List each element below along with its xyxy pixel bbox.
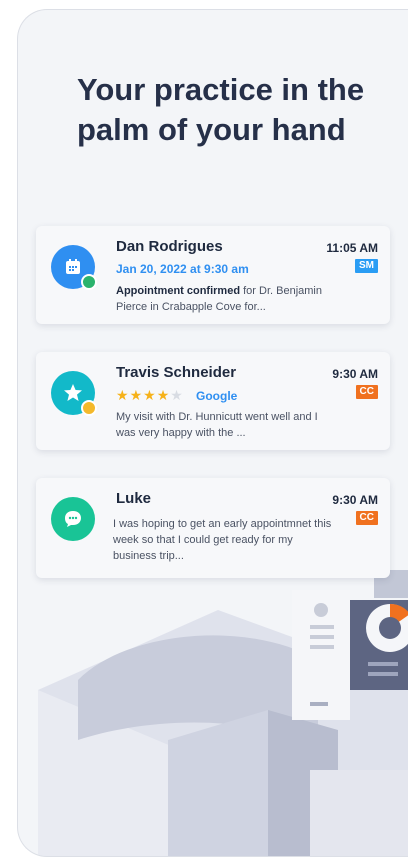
message-bold: Appointment confirmed — [116, 285, 241, 297]
page-title: Your practice in the palm of your hand — [77, 72, 365, 147]
channel-badge: CC — [355, 385, 378, 399]
contact-name: Dan Rodrigues — [116, 238, 223, 255]
message-preview: My visit with Dr. Hunnicutt went well an… — [116, 411, 318, 439]
status-pending-indicator — [81, 400, 97, 416]
phone-frame: Your practice in the palm of your hand D… — [17, 9, 408, 857]
avatar — [51, 371, 97, 416]
rating-stars: ★★★★★ — [116, 387, 184, 404]
avatar — [51, 245, 97, 290]
calendar-icon — [66, 259, 80, 274]
star-filled-icon: ★ — [143, 387, 157, 403]
message-time: 9:30 AM — [332, 493, 378, 507]
decorative-illustration — [38, 570, 408, 856]
channel-badge: SM — [355, 259, 378, 273]
conversation-card-luke[interactable]: Luke 9:30 AM CC I was hoping to get an e… — [36, 478, 390, 578]
status-online-indicator — [81, 274, 97, 290]
star-filled-icon: ★ — [116, 387, 130, 403]
message-preview: I was hoping to get an early appointmnet… — [113, 518, 332, 562]
contact-name: Travis Schneider — [116, 364, 237, 381]
chat-bubble-icon — [65, 511, 81, 527]
avatar — [51, 497, 95, 541]
message-time: 11:05 AM — [326, 241, 378, 255]
star-filled-icon: ★ — [156, 387, 171, 403]
conversation-card-dan-rodrigues[interactable]: Dan Rodrigues 11:05 AM SM Jan 20, 2022 a… — [36, 226, 390, 324]
star-icon — [64, 384, 82, 401]
message-time: 9:30 AM — [332, 367, 378, 381]
conversation-card-travis-schneider[interactable]: Travis Schneider 9:30 AM CC ★★★★★ Google… — [36, 352, 390, 450]
appointment-date: Jan 20, 2022 at 9:30 am — [116, 262, 249, 276]
message-preview: Appointment confirmed for Dr. Benjamin P… — [116, 283, 334, 315]
review-source: Google — [196, 389, 238, 403]
channel-badge: CC — [355, 511, 378, 525]
star-filled-icon: ★ — [129, 387, 144, 403]
star-empty-icon: ★ — [170, 387, 184, 403]
contact-name: Luke — [116, 490, 152, 507]
